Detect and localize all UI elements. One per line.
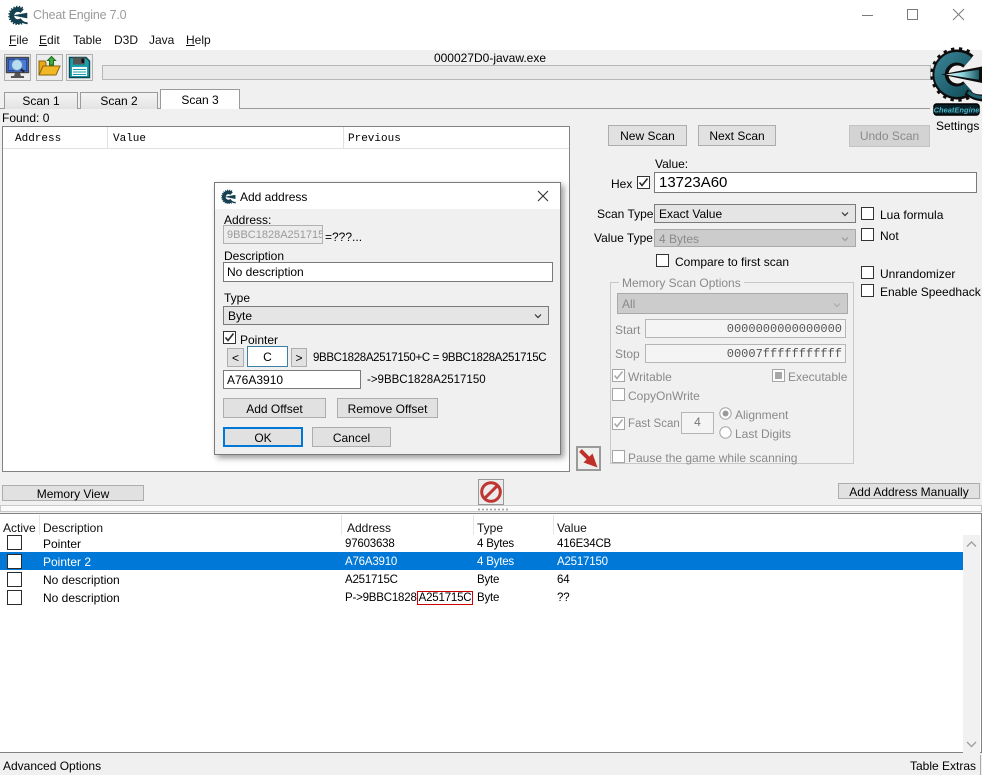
svg-text:CheatEngine: CheatEngine <box>934 106 980 115</box>
